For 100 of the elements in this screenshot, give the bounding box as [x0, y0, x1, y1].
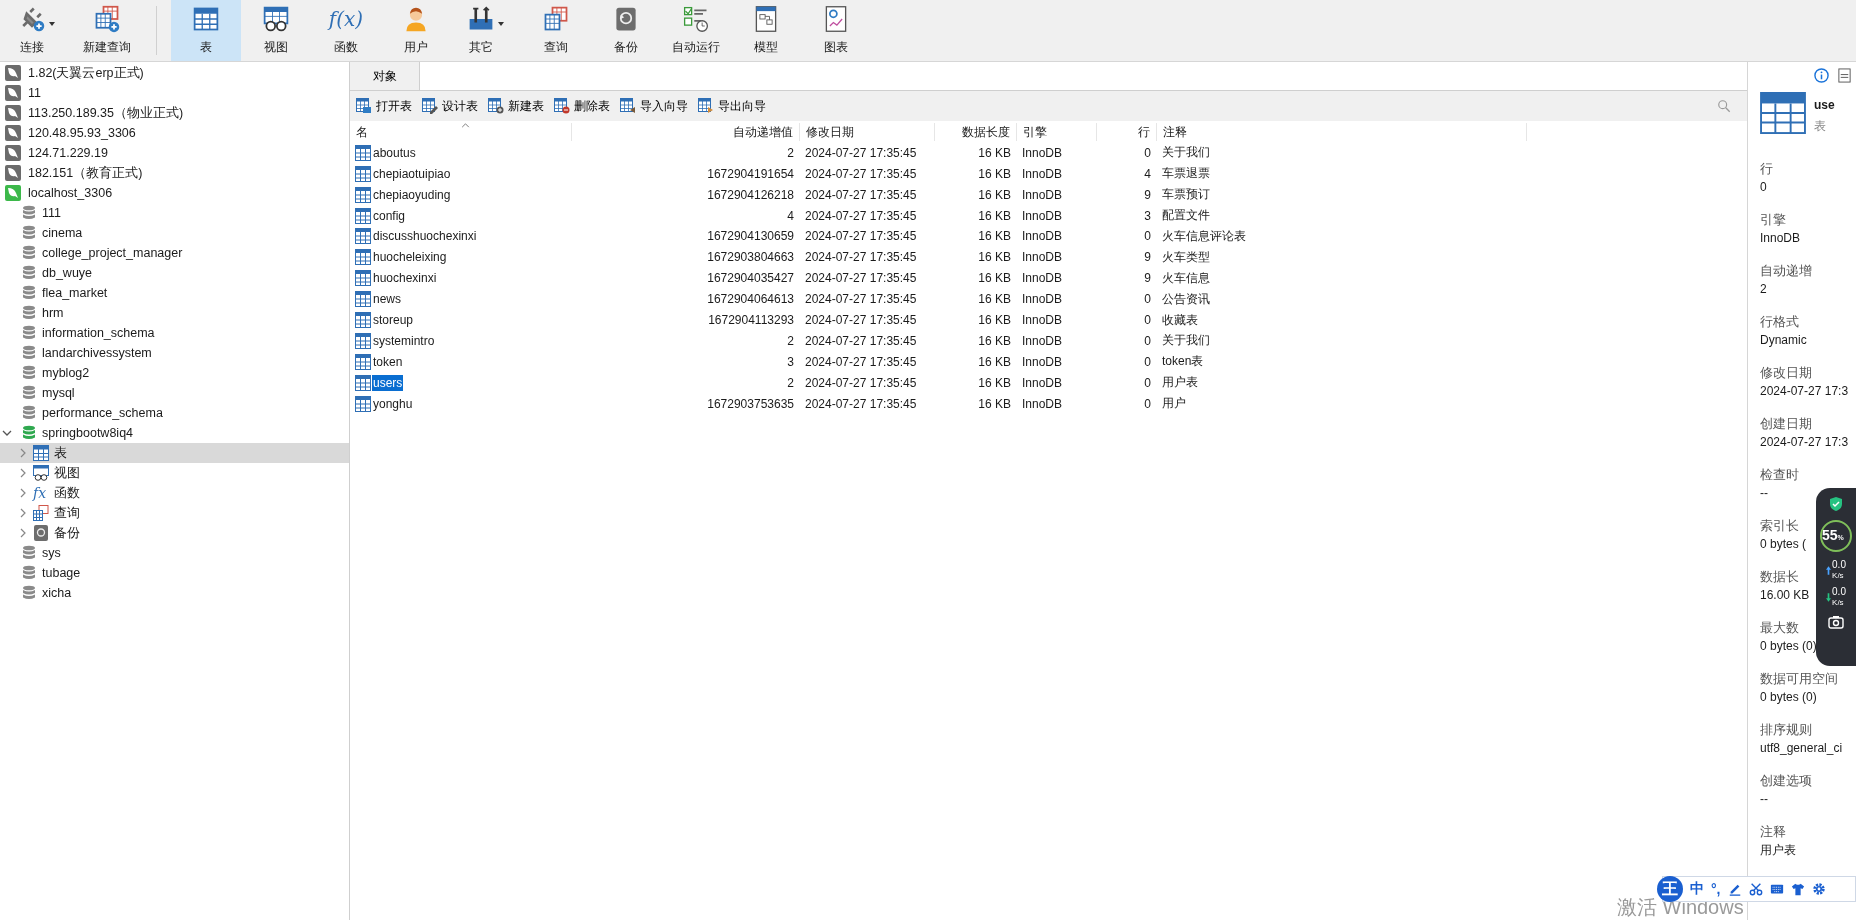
- table-icon: [355, 165, 371, 182]
- toolbar-button[interactable]: 删除表: [552, 97, 612, 115]
- object-category-item[interactable]: 视图: [0, 463, 349, 483]
- column-header[interactable]: 自动递增值: [572, 123, 800, 141]
- toolbar-button[interactable]: 设计表: [420, 97, 480, 115]
- object-category-item[interactable]: fx 函数: [0, 483, 349, 503]
- database-item[interactable]: xicha: [0, 583, 349, 603]
- table-cell: 16 KB: [978, 166, 1011, 181]
- toolbar-button[interactable]: 新建表: [486, 97, 546, 115]
- property-label: 自动递增: [1760, 263, 1812, 280]
- table-cell: 用户表: [1162, 374, 1198, 392]
- property-value: utf8_general_ci: [1760, 740, 1843, 757]
- connection-item[interactable]: 11: [0, 83, 349, 103]
- table-name[interactable]: config: [372, 207, 407, 224]
- column-header[interactable]: 数据长度: [935, 123, 1017, 141]
- table-cell: 2024-07-27 17:35:45: [805, 250, 917, 265]
- settings-icon[interactable]: [1811, 882, 1826, 896]
- keyboard-icon[interactable]: [1769, 882, 1784, 896]
- object-category-item[interactable]: 表: [0, 443, 349, 463]
- connection-item[interactable]: 182.151（教育正式): [0, 163, 349, 183]
- database-item[interactable]: tubage: [0, 563, 349, 583]
- database-item[interactable]: myblog2: [0, 363, 349, 383]
- info-icon[interactable]: [1814, 68, 1829, 83]
- toolbar-button[interactable]: 模型: [731, 0, 801, 61]
- database-item[interactable]: flea_market: [0, 283, 349, 303]
- input-method-logo[interactable]: 王: [1657, 876, 1683, 902]
- object-category-item[interactable]: 备份: [0, 523, 349, 543]
- camera-icon[interactable]: [1828, 614, 1844, 630]
- scissors-icon[interactable]: [1748, 882, 1763, 896]
- shirt-icon[interactable]: [1790, 882, 1805, 896]
- connection-item[interactable]: 1.82(天翼云erp正式): [0, 63, 349, 83]
- table-cell: InnoDB: [1022, 354, 1063, 369]
- toolbar-button[interactable]: 表: [171, 0, 241, 61]
- table-name[interactable]: aboutus: [372, 144, 417, 161]
- table-name[interactable]: storeup: [372, 312, 415, 328]
- toolbar-button[interactable]: 用户: [381, 0, 451, 61]
- toolbar-button[interactable]: 图表: [801, 0, 871, 61]
- open-table-icon: [356, 98, 372, 114]
- toolbar-button[interactable]: 导出向导: [696, 97, 768, 115]
- input-mode[interactable]: 中: [1690, 880, 1704, 898]
- document-icon[interactable]: [1837, 68, 1852, 83]
- shield-icon[interactable]: [1828, 496, 1844, 512]
- property-label: 行格式: [1760, 314, 1799, 331]
- table-cell: 关于我们: [1162, 332, 1210, 350]
- toolbar-button[interactable]: 视图: [241, 0, 311, 61]
- database-item[interactable]: hrm: [0, 303, 349, 323]
- database-item[interactable]: springbootw8iq4: [0, 423, 349, 443]
- connection-item[interactable]: 120.48.95.93_3306: [0, 123, 349, 143]
- export-table-icon: [698, 98, 714, 114]
- database-item[interactable]: landarchivessystem: [0, 343, 349, 363]
- punctuation-mode[interactable]: °,: [1711, 881, 1721, 897]
- database-item[interactable]: college_project_manager: [0, 243, 349, 263]
- connection-item[interactable]: 124.71.229.19: [0, 143, 349, 163]
- property-label: 引擎: [1760, 212, 1786, 229]
- property-label: 数据长: [1760, 569, 1799, 586]
- database-item[interactable]: cinema: [0, 223, 349, 243]
- toolbar-button[interactable]: 查询: [521, 0, 591, 61]
- column-header[interactable]: 修改日期: [800, 123, 935, 141]
- pen-icon[interactable]: [1727, 882, 1742, 896]
- table-name[interactable]: news: [372, 291, 402, 308]
- table-name[interactable]: discusshuochexinxi: [372, 228, 478, 245]
- toolbar-button[interactable]: 备份: [591, 0, 661, 61]
- database-item[interactable]: db_wuye: [0, 263, 349, 283]
- column-header[interactable]: 行: [1097, 123, 1157, 141]
- table-cell: 3: [1144, 208, 1151, 223]
- toolbar-button[interactable]: f(x) 函数: [311, 0, 381, 61]
- column-header[interactable]: 引擎: [1017, 123, 1097, 141]
- column-header[interactable]: 注释: [1157, 123, 1527, 141]
- tab[interactable]: 对象: [350, 62, 420, 90]
- connection-item[interactable]: localhost_3306: [0, 183, 349, 203]
- table-name[interactable]: huochexinxi: [372, 270, 438, 287]
- function-icon: f(x): [328, 5, 364, 33]
- database-item[interactable]: mysql: [0, 383, 349, 403]
- table-icon: [355, 186, 371, 203]
- database-item[interactable]: performance_schema: [0, 403, 349, 423]
- toolbar-button[interactable]: 自动运行: [661, 0, 731, 61]
- connection-item[interactable]: 113.250.189.35（物业正式): [0, 103, 349, 123]
- toolbar-button[interactable]: 打开表: [354, 97, 414, 115]
- property-value: 用户表: [1760, 842, 1796, 859]
- view-icon: [262, 5, 290, 33]
- table-name[interactable]: systemintro: [372, 332, 436, 349]
- property-label: 行: [1760, 161, 1773, 178]
- table-name[interactable]: chepiaoyuding: [372, 186, 452, 203]
- table-cell: 16 KB: [978, 145, 1011, 160]
- table-name[interactable]: yonghu: [372, 395, 414, 412]
- property-label: 创建日期: [1760, 416, 1812, 433]
- toolbar-button[interactable]: 新建查询: [72, 0, 142, 61]
- column-header[interactable]: 名: [350, 123, 572, 141]
- database-item[interactable]: information_schema: [0, 323, 349, 343]
- toolbar-button[interactable]: 连接: [2, 0, 72, 61]
- object-category-item[interactable]: 查询: [0, 503, 349, 523]
- toolbar-button[interactable]: 其它: [451, 0, 521, 61]
- database-item[interactable]: 111: [0, 203, 349, 223]
- table-name[interactable]: huocheleixing: [372, 249, 448, 266]
- toolbar-button[interactable]: 导入向导: [618, 97, 690, 115]
- table-name[interactable]: chepiaotuipiao: [372, 165, 452, 182]
- table-cell: 车票退票: [1162, 165, 1210, 183]
- table-name[interactable]: users: [372, 374, 404, 391]
- table-name[interactable]: token: [372, 353, 404, 370]
- database-item[interactable]: sys: [0, 543, 349, 563]
